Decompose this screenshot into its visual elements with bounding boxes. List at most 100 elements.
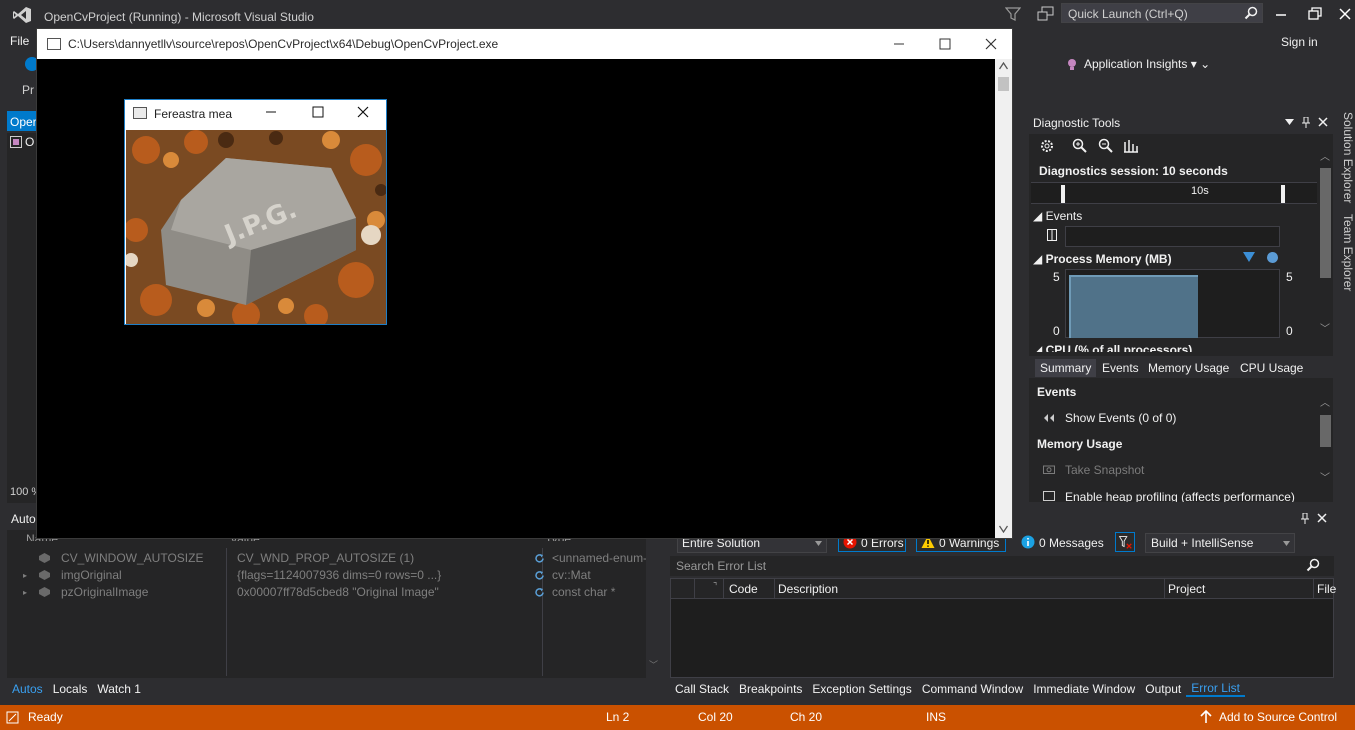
tab-watch-1[interactable]: Watch 1 <box>92 682 146 696</box>
minimize-window-icon[interactable] <box>264 105 278 119</box>
tab-summary[interactable]: Summary <box>1035 359 1097 377</box>
console-title-bar[interactable]: C:\Users\dannyetllv\source\repos\OpenCvP… <box>37 29 1012 59</box>
scroll-down-icon[interactable]: ﹀ <box>649 658 658 671</box>
minimize-window-icon[interactable] <box>1271 5 1291 23</box>
notification-filter-icon[interactable] <box>1005 6 1021 22</box>
tab-memory-usage[interactable]: Memory Usage <box>1143 359 1234 377</box>
quick-launch-input[interactable]: Quick Launch (Ctrl+Q) <box>1061 3 1263 23</box>
timeline-ruler[interactable]: 10s <box>1031 182 1317 204</box>
scroll-up-icon[interactable]: ︿ <box>1320 148 1330 163</box>
tab-autos[interactable]: Autos <box>7 682 48 696</box>
autos-row-name: pzOriginalImage <box>61 585 149 599</box>
refresh-icon[interactable] <box>534 587 545 598</box>
arrow-up-icon[interactable] <box>1200 710 1212 724</box>
column-file[interactable]: File <box>1317 582 1336 596</box>
left-panel-item[interactable]: O <box>10 135 34 149</box>
minimize-window-icon[interactable] <box>891 36 907 52</box>
process-memory-area <box>1069 275 1198 338</box>
timeline-end-marker[interactable] <box>1281 185 1285 203</box>
column-project[interactable]: Project <box>1168 582 1205 596</box>
autos-row[interactable]: ▸ imgOriginal {flags=1124007936 dims=0 r… <box>21 568 661 585</box>
zoom-in-icon[interactable] <box>1072 138 1088 154</box>
tab-cpu-usage[interactable]: CPU Usage <box>1235 359 1308 377</box>
pause-icon[interactable] <box>1047 229 1057 241</box>
maximize-window-icon[interactable] <box>311 105 325 119</box>
tab-exception-settings[interactable]: Exception Settings <box>807 682 916 696</box>
diagnostics-session-label: Diagnostics session: 10 seconds <box>1039 164 1228 178</box>
scroll-down-icon[interactable]: ﹀ <box>1320 469 1330 484</box>
diagnostics-scrollbar[interactable]: ︿ ﹀ <box>1317 140 1333 340</box>
maximize-window-icon[interactable] <box>937 36 953 52</box>
close-icon[interactable] <box>1317 513 1327 523</box>
filter-icon[interactable] <box>1115 532 1135 552</box>
console-app-icon <box>47 38 61 50</box>
expand-arrow-icon[interactable]: ▸ <box>23 571 29 580</box>
scroll-up-icon[interactable] <box>999 62 1008 70</box>
autos-scrollbar[interactable]: ﹀ <box>646 530 661 678</box>
show-events-label: Show Events (0 of 0) <box>1065 411 1177 425</box>
scroll-down-icon[interactable] <box>999 525 1008 533</box>
sign-in-link[interactable]: Sign in <box>1281 35 1318 49</box>
messages-filter-button[interactable]: 0 Messages <box>1016 532 1106 552</box>
messages-count: 0 Messages <box>1039 536 1104 550</box>
tab-locals[interactable]: Locals <box>48 682 93 696</box>
timeline-start-marker[interactable] <box>1061 185 1065 203</box>
cpu-usage-header[interactable]: ◢ CPU (% of all processors) <box>1033 343 1192 352</box>
search-icon[interactable] <box>1306 558 1320 572</box>
console-scrollbar[interactable] <box>995 59 1012 538</box>
scroll-thumb[interactable] <box>1320 168 1331 278</box>
events-section-header[interactable]: ◢ Events <box>1033 209 1082 223</box>
pin-icon[interactable] <box>1300 513 1310 524</box>
tab-events[interactable]: Events <box>1097 359 1144 377</box>
close-window-icon[interactable] <box>983 36 999 52</box>
process-memory-chart[interactable] <box>1065 269 1280 338</box>
sort-icon[interactable]: ⌝ <box>713 581 717 592</box>
column-divider <box>694 579 695 599</box>
opencv-image-window[interactable]: Fereastra mea J.P.G. <box>124 99 387 325</box>
tab-immediate-window[interactable]: Immediate Window <box>1028 682 1140 696</box>
restore-window-icon[interactable] <box>1305 5 1325 23</box>
autos-row[interactable]: ▸ pzOriginalImage 0x00007ff78d5cbed8 "Or… <box>21 585 661 602</box>
private-bytes-legend-icon <box>1267 252 1278 263</box>
reset-view-icon[interactable] <box>1123 138 1139 154</box>
info-icon <box>1021 535 1035 549</box>
column-divider <box>723 579 724 599</box>
left-panel-tab[interactable]: Oper <box>7 111 37 131</box>
process-memory-header[interactable]: ◢ Process Memory (MB) <box>1033 252 1172 266</box>
autos-row-type: const char * <box>552 585 616 599</box>
scroll-thumb[interactable] <box>1320 415 1331 447</box>
tab-command-window[interactable]: Command Window <box>917 682 1028 696</box>
scroll-up-icon[interactable]: ︿ <box>1320 394 1330 409</box>
scroll-thumb[interactable] <box>998 77 1009 91</box>
feedback-icon[interactable] <box>1037 6 1055 22</box>
pin-icon[interactable] <box>1301 117 1311 128</box>
tab-output[interactable]: Output <box>1140 682 1186 696</box>
chevron-down-icon[interactable] <box>1285 119 1294 125</box>
vertical-tab-team-explorer[interactable]: Team Explorer <box>1341 214 1355 291</box>
close-window-icon[interactable] <box>356 105 370 119</box>
menu-file[interactable]: File <box>10 34 29 48</box>
opencv-window-title: Fereastra mea <box>154 107 233 121</box>
tab-breakpoints[interactable]: Breakpoints <box>734 682 807 696</box>
close-window-icon[interactable] <box>1335 5 1355 23</box>
scroll-down-icon[interactable]: ﹀ <box>1320 320 1330 335</box>
error-list-search-input[interactable]: Search Error List <box>670 556 1334 576</box>
refresh-icon[interactable] <box>534 553 545 564</box>
expand-arrow-icon[interactable]: ▸ <box>23 588 29 597</box>
autos-row-name: CV_WINDOW_AUTOSIZE <box>61 551 204 565</box>
vertical-tab-solution-explorer[interactable]: Solution Explorer <box>1341 112 1355 203</box>
close-icon[interactable] <box>1318 117 1328 127</box>
settings-gear-icon[interactable] <box>1039 138 1055 154</box>
add-to-source-control[interactable]: Add to Source Control <box>1219 710 1337 724</box>
autos-row[interactable]: CV_WINDOW_AUTOSIZE CV_WND_PROP_AUTOSIZE … <box>21 551 661 568</box>
memory-axis-max-right: 5 <box>1286 270 1293 284</box>
column-code[interactable]: Code <box>729 582 758 596</box>
zoom-out-icon[interactable] <box>1098 138 1114 154</box>
diagnostic-tools-title: Diagnostic Tools <box>1033 116 1121 130</box>
build-source-dropdown[interactable]: Build + IntelliSense <box>1145 533 1295 553</box>
tab-call-stack[interactable]: Call Stack <box>670 682 734 696</box>
tab-error-list[interactable]: Error List <box>1186 681 1245 697</box>
heap-profiling-checkbox[interactable]: Enable heap profiling (affects performan… <box>1043 490 1313 502</box>
refresh-icon[interactable] <box>534 570 545 581</box>
column-description[interactable]: Description <box>778 582 838 596</box>
